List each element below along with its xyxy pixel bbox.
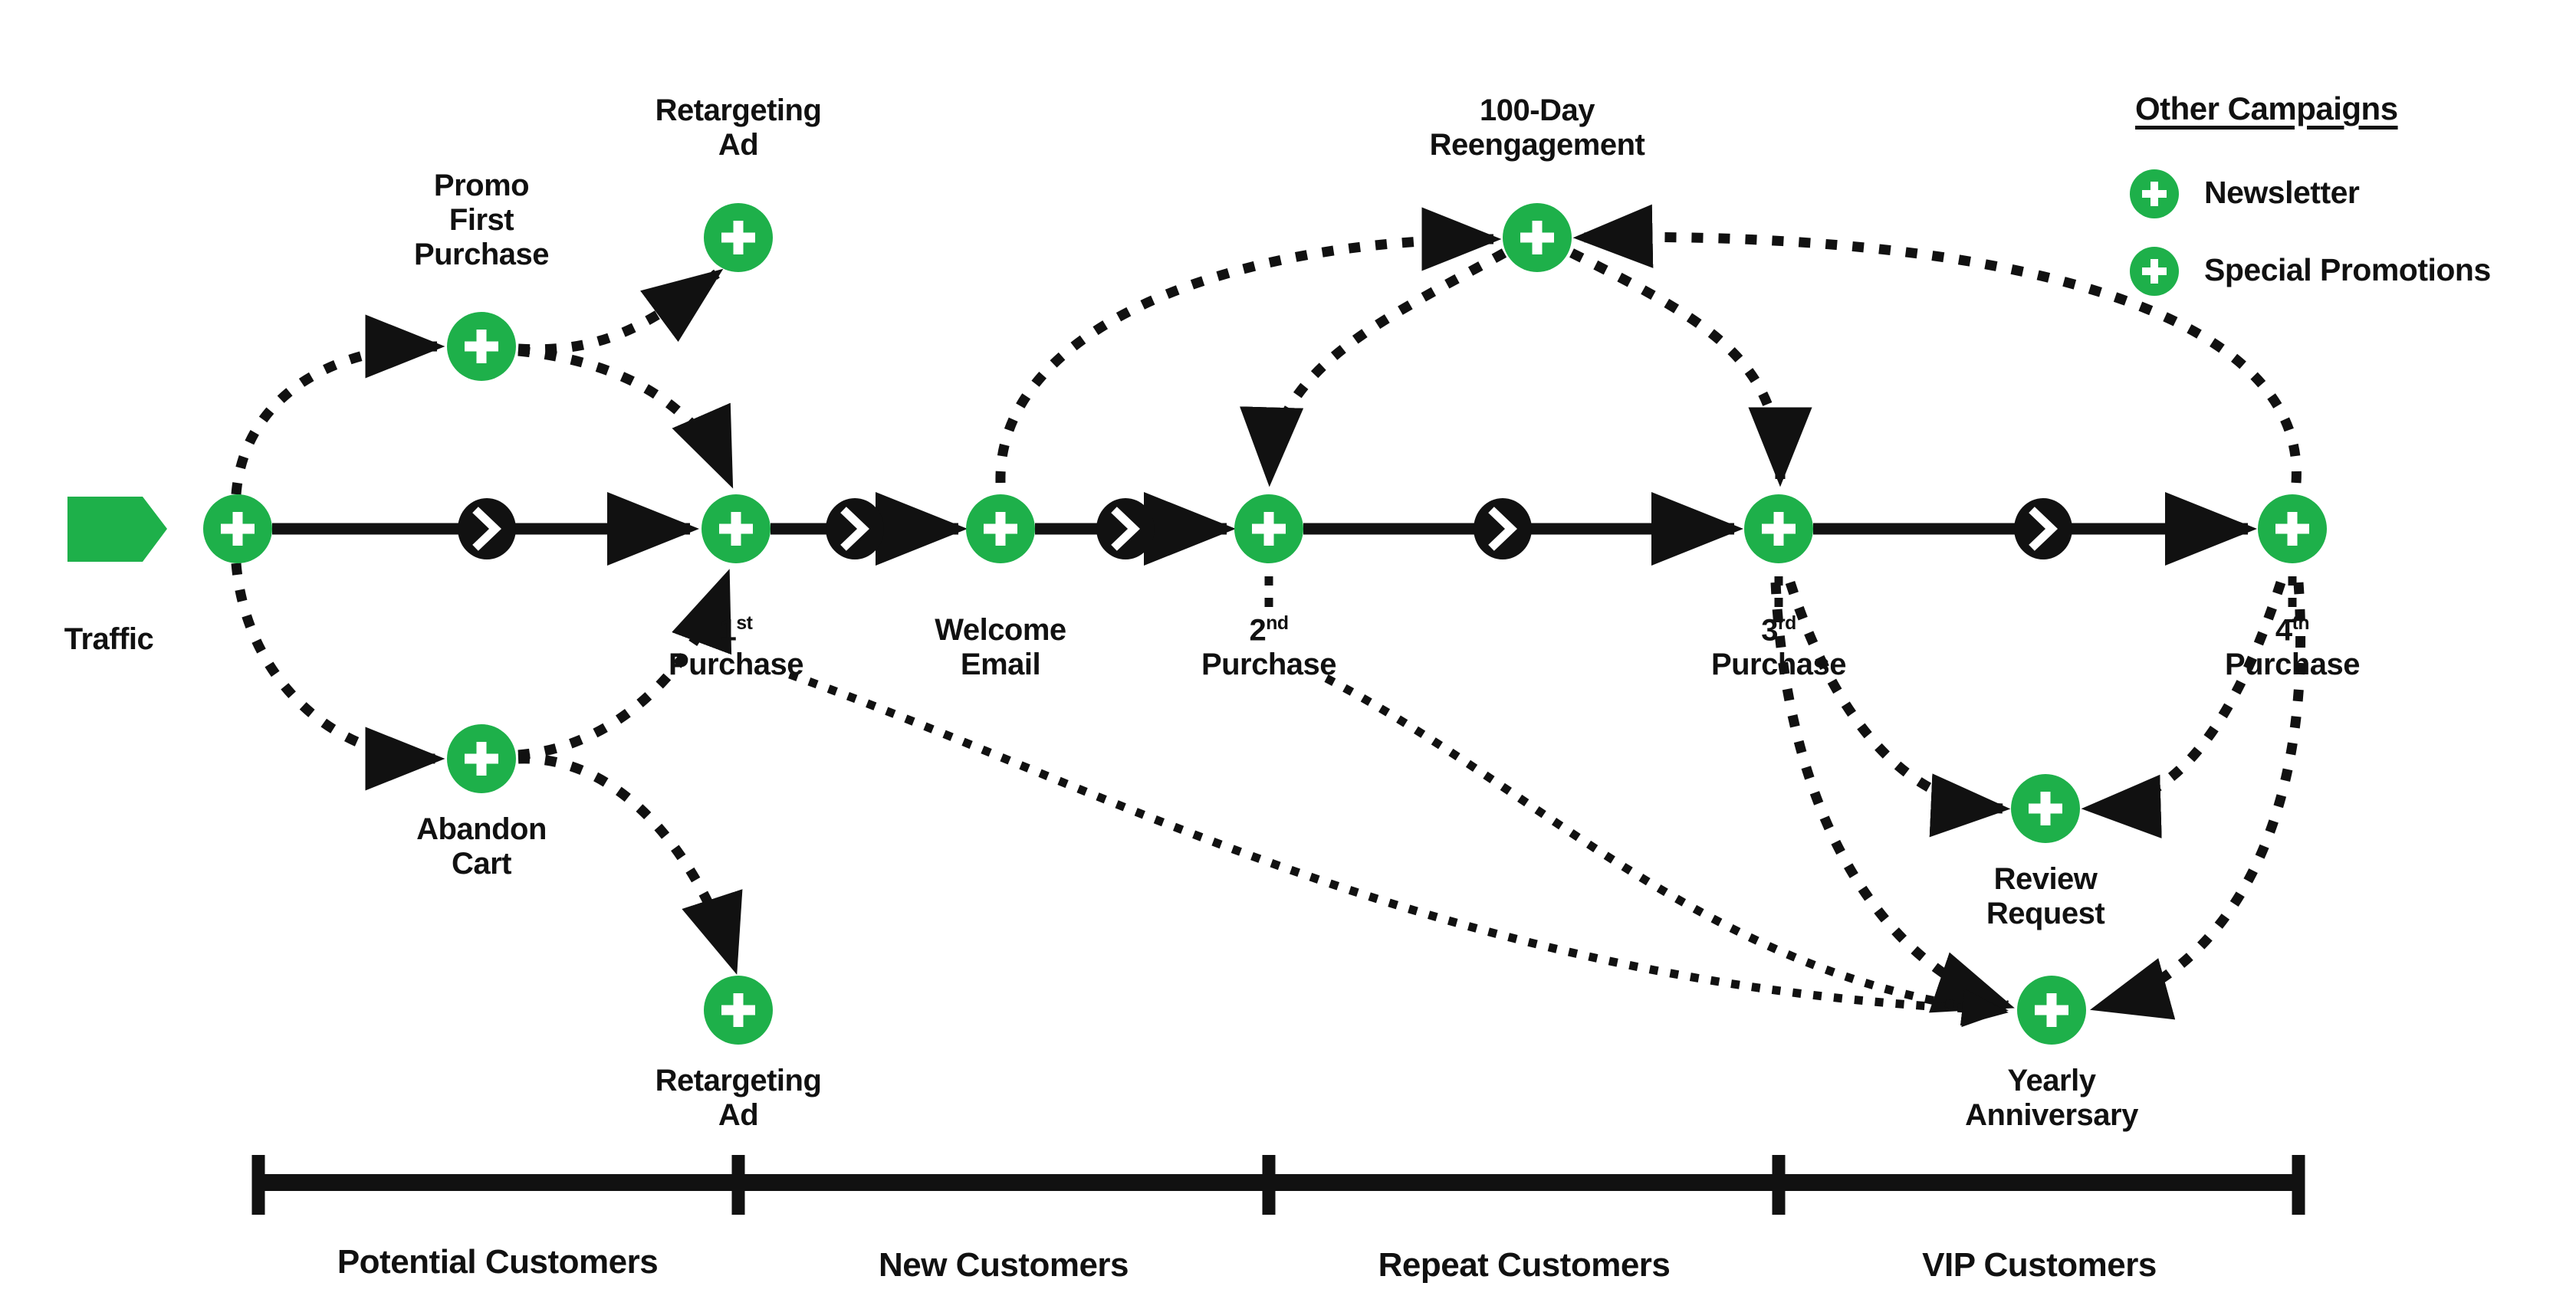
newsletter-plus-circle-icon bbox=[2130, 169, 2179, 218]
stage-chevron-1[interactable] bbox=[458, 498, 516, 559]
label-purchase3: 3rd Purchase bbox=[1710, 613, 1847, 682]
segment-label-new-customers: New Customers bbox=[878, 1246, 1129, 1284]
segment-label-vip-customers: VIP Customers bbox=[1922, 1246, 2157, 1284]
label-purchase4: 4th Purchase bbox=[2224, 613, 2361, 682]
label-yearly-anniversary: Yearly Anniversary bbox=[1965, 1064, 2138, 1132]
legend-title: Other Campaigns bbox=[2135, 90, 2398, 126]
node-traffic[interactable] bbox=[203, 494, 272, 563]
label-abandon-cart: Abandon Cart bbox=[416, 812, 547, 881]
node-abandon-cart[interactable] bbox=[447, 724, 516, 793]
legend-icon-group bbox=[2130, 169, 2179, 296]
label-reengagement-100day: 100-Day Reengagement bbox=[1429, 94, 1645, 162]
diagram-canvas: Traffic 1st Purchase Welcome Email 2nd Pur… bbox=[0, 0, 2576, 1309]
label-purchase2: 2nd Purchase bbox=[1201, 613, 1337, 682]
special-promotions-plus-circle-icon bbox=[2130, 247, 2179, 296]
node-review-request[interactable] bbox=[2011, 774, 2080, 843]
label-review-request: Review Request bbox=[1986, 862, 2105, 930]
main-flow-node-group[interactable] bbox=[203, 494, 2327, 563]
label-retargeting-ad-bottom: Retargeting Ad bbox=[655, 1064, 822, 1132]
traffic-source-marker bbox=[67, 497, 167, 562]
label-retargeting-ad-top: Retargeting Ad bbox=[655, 94, 822, 162]
label-welcome-email: Welcome Email bbox=[935, 613, 1066, 681]
stage-chevron-2[interactable] bbox=[826, 498, 884, 559]
node-promo-first-purchase[interactable] bbox=[447, 312, 516, 381]
node-purchase4[interactable] bbox=[2258, 494, 2327, 563]
node-retargeting-ad-top[interactable] bbox=[704, 203, 773, 272]
node-purchase2[interactable] bbox=[1234, 494, 1303, 563]
stage-chevron-3[interactable] bbox=[1096, 498, 1155, 559]
segment-label-potential-customers: Potential Customers bbox=[337, 1243, 659, 1281]
stage-chevron-5[interactable] bbox=[2014, 498, 2072, 559]
node-purchase1[interactable] bbox=[702, 494, 770, 563]
node-purchase3[interactable] bbox=[1744, 494, 1813, 563]
node-welcome-email[interactable] bbox=[966, 494, 1035, 563]
label-promo-first-purchase: Promo First Purchase bbox=[413, 169, 550, 271]
legend-item-newsletter: Newsletter bbox=[2204, 175, 2360, 210]
segment-label-repeat-customers: Repeat Customers bbox=[1378, 1246, 1671, 1284]
node-yearly-anniversary[interactable] bbox=[2017, 976, 2086, 1045]
label-purchase1: 1st Purchase bbox=[668, 613, 804, 682]
legend-item-special-promotions: Special Promotions bbox=[2204, 252, 2491, 287]
node-reengagement-100day[interactable] bbox=[1503, 203, 1572, 272]
stage-chevron-4[interactable] bbox=[1474, 498, 1532, 559]
node-retargeting-ad-bottom[interactable] bbox=[704, 976, 773, 1045]
traffic-source-label: Traffic bbox=[64, 622, 154, 656]
